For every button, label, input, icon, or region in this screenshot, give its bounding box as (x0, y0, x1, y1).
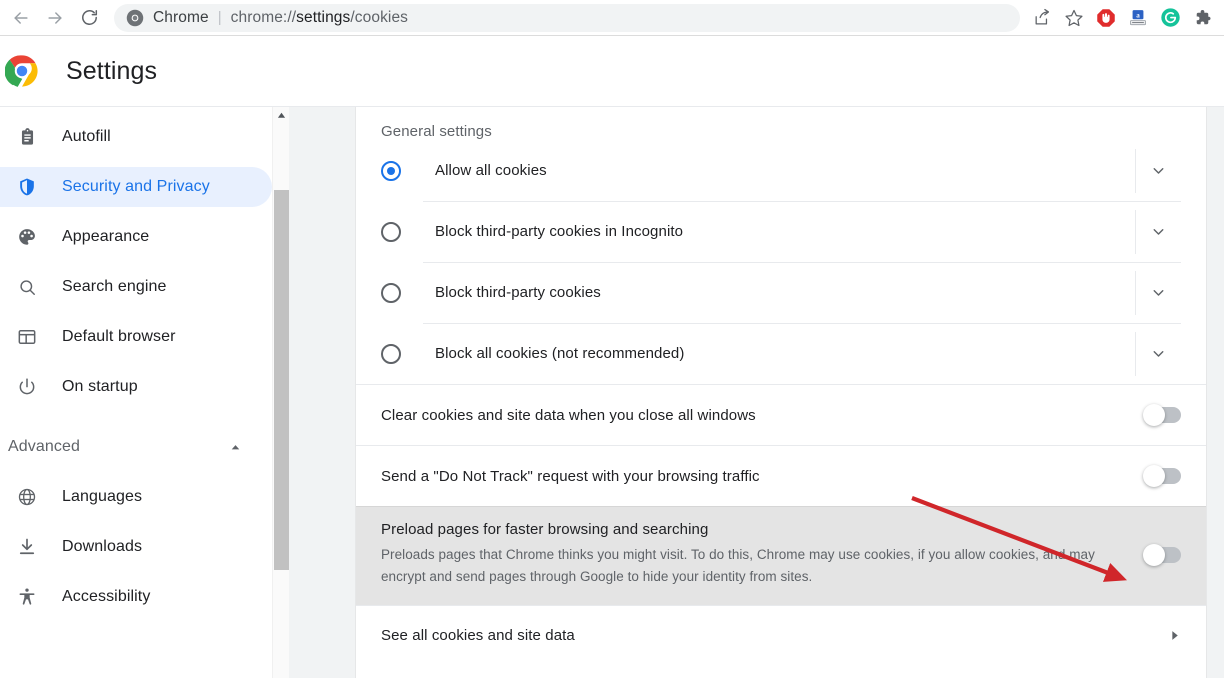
radio-label: Block third-party cookies in Incognito (435, 223, 684, 240)
sidebar-item-label: Default browser (62, 328, 176, 345)
sidebar-item-label: Security and Privacy (62, 178, 210, 195)
sidebar-item-label: Autofill (62, 128, 111, 145)
scroll-up-arrow-icon[interactable] (273, 107, 290, 124)
sidebar-item-label: Appearance (62, 228, 150, 245)
browser-toolbar: Chrome | chrome://settings/cookies a (0, 0, 1224, 36)
search-icon (16, 276, 38, 298)
cookie-option-allow-all[interactable]: Allow all cookies (381, 140, 1181, 201)
row-text: Send a "Do Not Track" request with your … (381, 468, 1145, 485)
address-bar[interactable]: Chrome | chrome://settings/cookies (114, 3, 1020, 32)
radio-button[interactable] (381, 343, 401, 364)
row-text: Clear cookies and site data when you clo… (381, 407, 1145, 424)
row-title: Send a "Do Not Track" request with your … (381, 467, 760, 485)
radio-label: Block all cookies (not recommended) (435, 345, 685, 362)
extensions-puzzle-icon[interactable] (1186, 3, 1218, 33)
row-title: See all cookies and site data (381, 627, 575, 645)
sidebar-scrollbar[interactable] (272, 107, 289, 678)
chevron-up-icon (229, 441, 242, 454)
sidebar-item-autofill[interactable]: Autofill (0, 117, 272, 157)
radio-label: Allow all cookies (435, 162, 547, 179)
see-all-cookies-row[interactable]: See all cookies and site data (356, 604, 1206, 666)
adblock-icon[interactable] (1090, 3, 1122, 33)
download-icon (16, 536, 38, 558)
accessibility-icon (16, 586, 38, 608)
sidebar-item-label: Languages (62, 488, 143, 505)
cookies-settings-card: General settings Allow all cookies Block… (355, 107, 1207, 678)
chrome-logo-icon (4, 54, 39, 88)
page-title: Settings (66, 56, 158, 85)
sidebar-item-label: Accessibility (62, 588, 151, 605)
settings-content-area: General settings Allow all cookies Block… (289, 107, 1224, 678)
sidebar-section-label: Advanced (8, 438, 80, 455)
palette-icon (16, 226, 38, 248)
radio-button[interactable] (381, 221, 401, 242)
cookie-option-block-third-party-incognito[interactable]: Block third-party cookies in Incognito (381, 201, 1181, 262)
sidebar-item-accessibility[interactable]: Accessibility (0, 577, 272, 617)
toggle-knob (1143, 543, 1165, 566)
sidebar-item-downloads[interactable]: Downloads (0, 527, 272, 567)
toggle-knob (1143, 404, 1165, 426)
sidebar-item-default-browser[interactable]: Default browser (0, 317, 272, 357)
clipboard-icon (16, 126, 38, 148)
chevron-down-icon[interactable] (1135, 270, 1181, 315)
sidebar-item-languages[interactable]: Languages (0, 477, 272, 517)
radio-button[interactable] (381, 282, 401, 303)
chevron-right-icon (1168, 629, 1181, 642)
sidebar-item-on-startup[interactable]: On startup (0, 367, 272, 407)
forward-button[interactable] (38, 3, 72, 33)
url-bold-segment: settings (296, 8, 351, 26)
svg-text:a: a (1136, 11, 1140, 19)
general-settings-heading: General settings (381, 123, 492, 140)
toolbar-icon-group: a (1026, 3, 1224, 33)
do-not-track-toggle[interactable] (1143, 465, 1181, 487)
cookie-option-block-all[interactable]: Block all cookies (not recommended) (381, 323, 1181, 384)
url-prefix: chrome:// (230, 8, 297, 26)
sidebar-item-security-and-privacy[interactable]: Security and Privacy (0, 167, 272, 207)
cookie-option-block-third-party[interactable]: Block third-party cookies (381, 262, 1181, 323)
preload-pages-row[interactable]: Preload pages for faster browsing and se… (356, 506, 1206, 605)
sidebar-item-appearance[interactable]: Appearance (0, 217, 272, 257)
row-title: Preload pages for faster browsing and se… (381, 521, 709, 538)
row-text: Preload pages for faster browsing and se… (381, 521, 1145, 589)
clear-cookies-toggle[interactable] (1143, 404, 1181, 426)
reload-button[interactable] (72, 3, 106, 33)
clear-cookies-on-close-row[interactable]: Clear cookies and site data when you clo… (356, 384, 1206, 445)
radio-label: Block third-party cookies (435, 284, 601, 301)
preload-pages-toggle[interactable] (1143, 543, 1181, 566)
sidebar-item-label: Downloads (62, 538, 143, 555)
chevron-down-icon[interactable] (1135, 331, 1181, 376)
grammarly-icon[interactable] (1154, 3, 1186, 33)
url-suffix: /cookies (350, 8, 409, 26)
sidebar-item-label: Search engine (62, 278, 167, 295)
omnibox-separator: | (217, 9, 222, 26)
shield-icon (16, 176, 38, 198)
share-icon[interactable] (1026, 3, 1058, 33)
chrome-icon (126, 9, 144, 27)
row-description: Preloads pages that Chrome thinks you mi… (381, 547, 1095, 585)
toggle-knob (1143, 465, 1165, 487)
amazon-assistant-icon[interactable]: a (1122, 3, 1154, 33)
chevron-down-icon[interactable] (1135, 209, 1181, 254)
sidebar-item-label: On startup (62, 378, 138, 395)
settings-sidebar: Autofill Security and Privacy Appearance… (0, 107, 272, 678)
omnibox-url: chrome://settings/cookies (231, 9, 408, 27)
settings-header: Settings (0, 36, 1224, 107)
radio-button[interactable] (381, 160, 401, 181)
sidebar-section-advanced[interactable]: Advanced (0, 427, 272, 467)
chevron-down-icon[interactable] (1135, 148, 1181, 193)
browser-window-icon (16, 326, 38, 348)
row-title: Clear cookies and site data when you clo… (381, 406, 756, 424)
do-not-track-row[interactable]: Send a "Do Not Track" request with your … (356, 445, 1206, 506)
omnibox-site-label: Chrome (153, 8, 209, 26)
back-button[interactable] (4, 3, 38, 33)
sidebar-item-search-engine[interactable]: Search engine (0, 267, 272, 307)
globe-icon (16, 486, 38, 508)
bookmark-star-icon[interactable] (1058, 3, 1090, 33)
power-icon (16, 376, 38, 398)
cookie-options-group: Allow all cookies Block third-party cook… (356, 140, 1206, 384)
scrollbar-thumb[interactable] (274, 190, 289, 570)
